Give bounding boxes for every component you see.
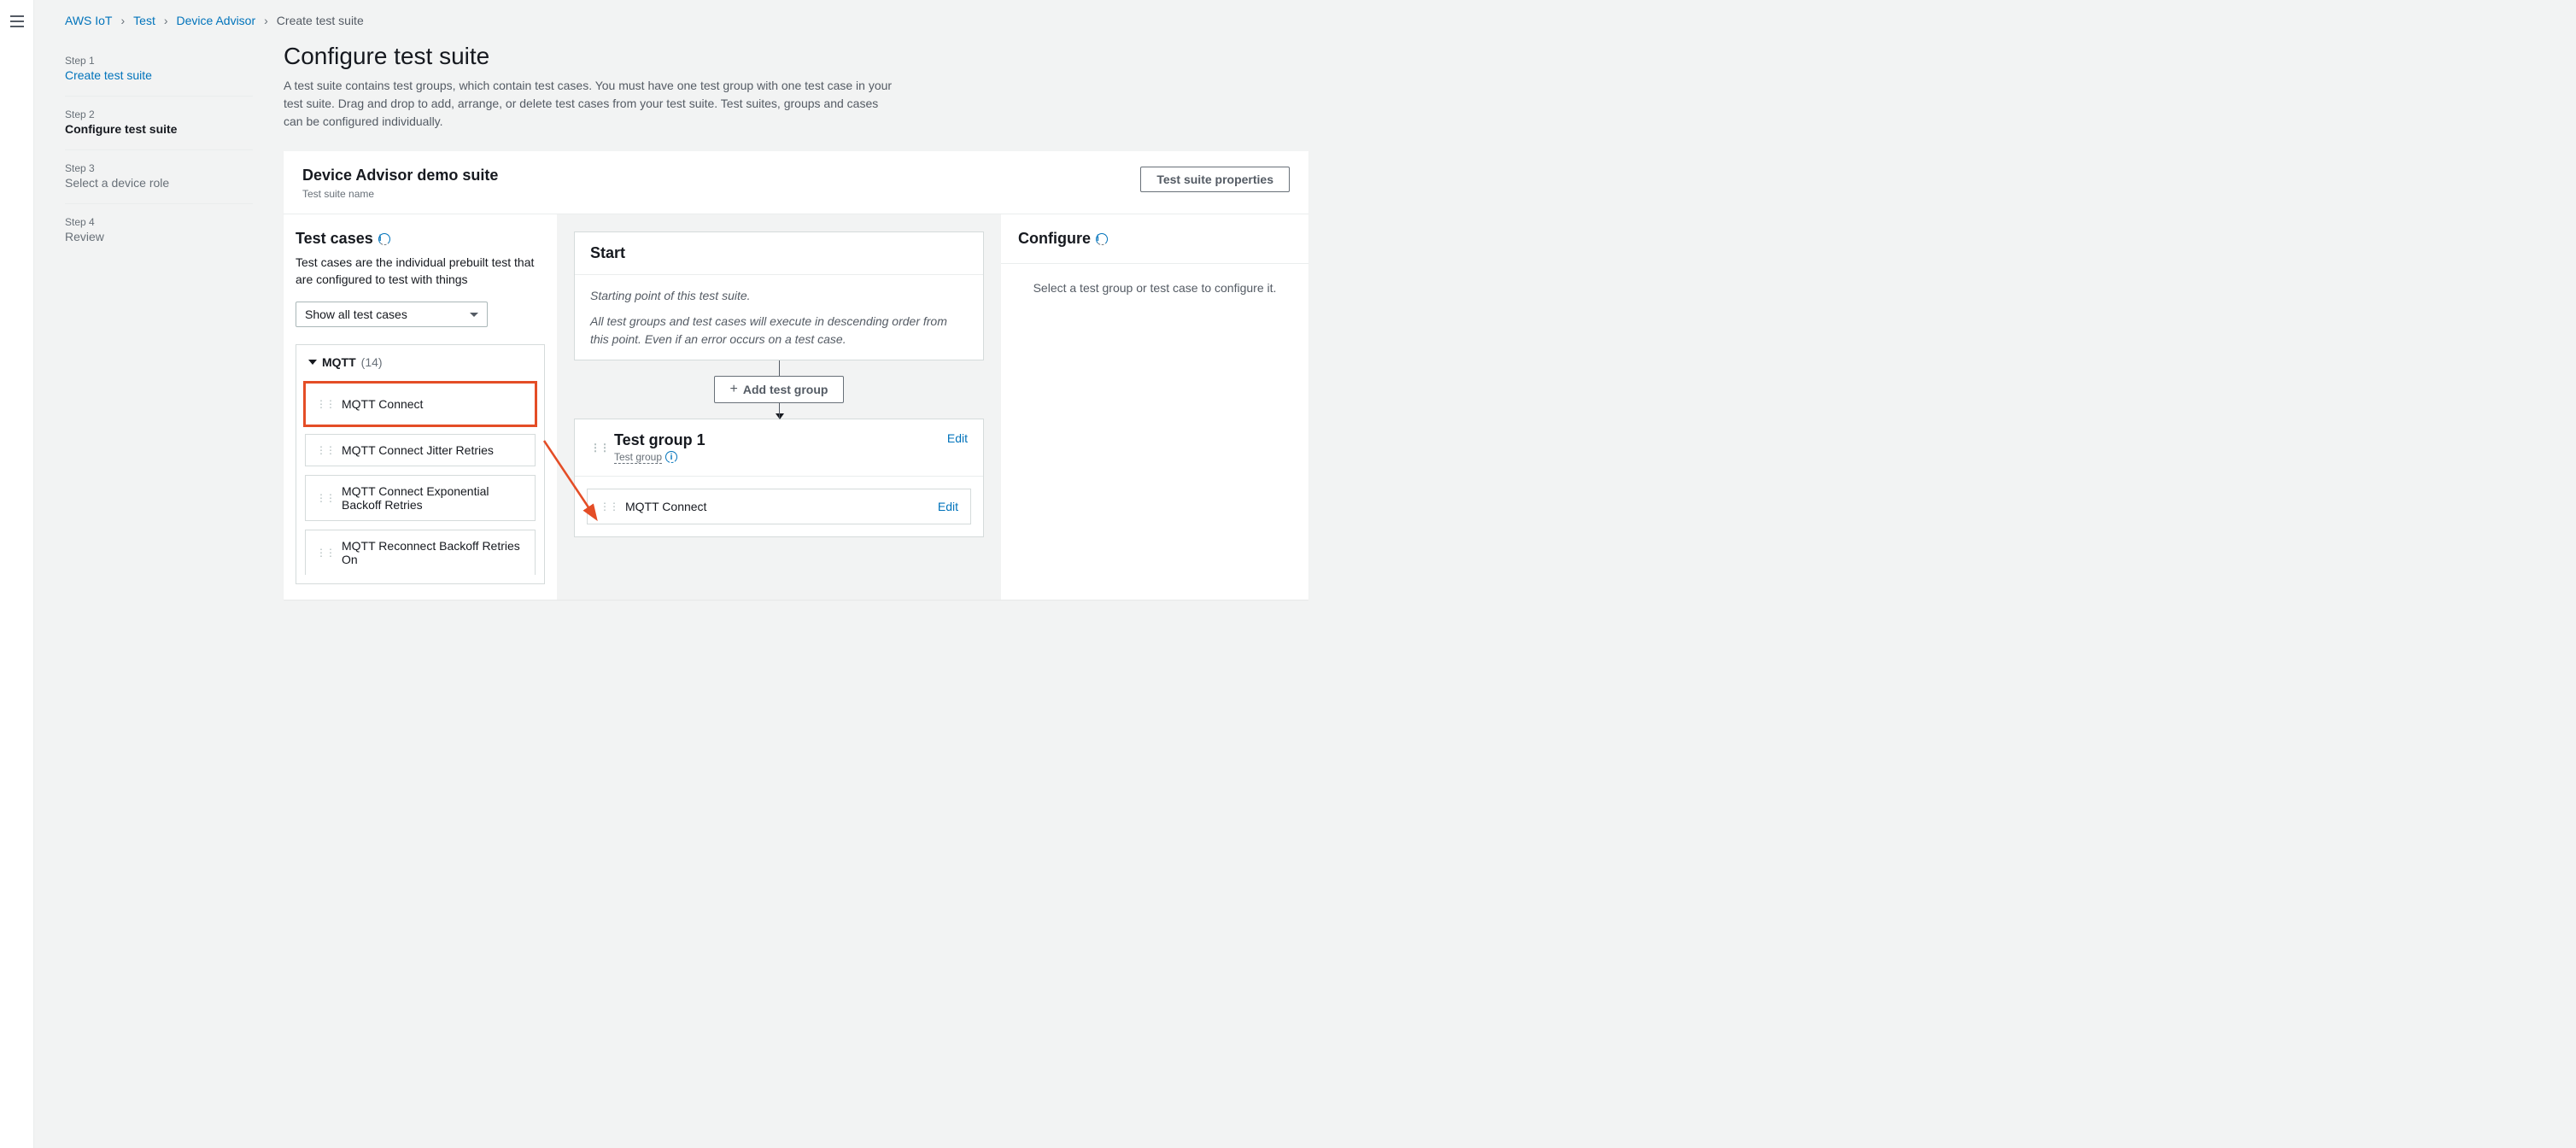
drag-handle-icon[interactable]: ⋮⋮ — [600, 501, 618, 512]
edit-group-link[interactable]: Edit — [947, 431, 968, 445]
group-item-label: MQTT Connect — [625, 500, 706, 513]
test-case-label: MQTT Connect — [342, 397, 423, 411]
drag-handle-icon[interactable]: ⋮⋮ — [316, 398, 335, 410]
test-case-label: MQTT Reconnect Backoff Retries On — [342, 539, 524, 566]
breadcrumb-sep: › — [264, 14, 268, 27]
flow-connector — [779, 360, 780, 376]
page-title: Configure test suite — [284, 43, 1308, 70]
drag-handle-icon[interactable]: ⋮⋮ — [316, 547, 335, 559]
test-case-filter-select[interactable]: Show all test cases — [296, 302, 488, 327]
breadcrumb-device-advisor[interactable]: Device Advisor — [177, 14, 256, 27]
sidebar-toggle-column — [0, 0, 34, 1148]
drag-handle-icon[interactable]: ⋮⋮ — [590, 442, 609, 454]
breadcrumb: AWS IoT › Test › Device Advisor › Create… — [65, 14, 2545, 27]
step-number: Step 3 — [65, 162, 253, 174]
step-number: Step 2 — [65, 108, 253, 120]
configure-message: Select a test group or test case to conf… — [1001, 264, 1308, 312]
test-case-item[interactable]: ⋮⋮ MQTT Connect — [305, 383, 536, 425]
wizard-steps: Step 1 Create test suite Step 2 Configur… — [65, 43, 253, 600]
select-value: Show all test cases — [305, 308, 407, 321]
info-icon[interactable]: i — [665, 451, 677, 463]
suite-title: Device Advisor demo suite — [302, 167, 498, 184]
step-title: Configure test suite — [65, 122, 253, 136]
suite-subtitle: Test suite name — [302, 188, 498, 200]
group-test-case-item[interactable]: ⋮⋮ MQTT Connect Edit — [587, 489, 971, 524]
test-group-toggle[interactable]: MQTT (14) — [296, 345, 544, 379]
step-title: Review — [65, 230, 253, 243]
step-title[interactable]: Create test suite — [65, 68, 253, 82]
start-card-title: Start — [575, 232, 983, 275]
info-icon[interactable]: i — [1096, 233, 1108, 245]
start-text-1: Starting point of this test suite. — [590, 287, 968, 304]
suite-panel-header: Device Advisor demo suite Test suite nam… — [284, 151, 1308, 214]
test-group-card[interactable]: ⋮⋮ Test group 1 Test group i Edit — [574, 419, 984, 537]
group-title: Test group 1 — [614, 431, 947, 449]
hamburger-menu-button[interactable] — [7, 12, 27, 31]
group-subtitle: Test group — [614, 451, 662, 464]
info-icon[interactable]: i — [378, 233, 390, 245]
breadcrumb-sep: › — [121, 14, 126, 27]
step-number: Step 1 — [65, 55, 253, 67]
test-suite-properties-button[interactable]: Test suite properties — [1140, 167, 1290, 192]
edit-test-case-link[interactable]: Edit — [938, 500, 958, 513]
test-cases-heading: Test cases i — [296, 230, 545, 248]
plus-icon: + — [730, 382, 738, 397]
test-case-item[interactable]: ⋮⋮ MQTT Reconnect Backoff Retries On — [305, 530, 536, 575]
test-case-label: MQTT Connect Exponential Backoff Retries — [342, 484, 524, 512]
breadcrumb-test[interactable]: Test — [133, 14, 155, 27]
chevron-down-icon — [308, 360, 317, 365]
chevron-down-icon — [470, 313, 478, 317]
step-number: Step 4 — [65, 216, 253, 228]
start-text-2: All test groups and test cases will exec… — [590, 313, 968, 348]
breadcrumb-aws-iot[interactable]: AWS IoT — [65, 14, 113, 27]
breadcrumb-current: Create test suite — [277, 14, 364, 27]
drag-handle-icon[interactable]: ⋮⋮ — [316, 444, 335, 456]
test-case-group: MQTT (14) ⋮⋮ MQTT Connect — [296, 344, 545, 584]
step-title: Select a device role — [65, 176, 253, 190]
step-4: Step 4 Review — [65, 204, 253, 257]
configure-heading: Configure i — [1018, 230, 1291, 248]
page-subtitle: A test suite contains test groups, which… — [284, 77, 899, 131]
drag-handle-icon[interactable]: ⋮⋮ — [316, 492, 335, 504]
step-2: Step 2 Configure test suite — [65, 97, 253, 150]
test-cases-description: Test cases are the individual prebuilt t… — [296, 255, 545, 288]
test-case-item[interactable]: ⋮⋮ MQTT Connect Jitter Retries — [305, 434, 536, 466]
test-case-item[interactable]: ⋮⋮ MQTT Connect Exponential Backoff Retr… — [305, 475, 536, 521]
flow-connector-arrow — [779, 403, 780, 419]
start-card: Start Starting point of this test suite.… — [574, 231, 984, 360]
step-3: Step 3 Select a device role — [65, 150, 253, 204]
add-test-group-button[interactable]: + Add test group — [714, 376, 845, 403]
test-case-label: MQTT Connect Jitter Retries — [342, 443, 494, 457]
breadcrumb-sep: › — [164, 14, 168, 27]
step-1[interactable]: Step 1 Create test suite — [65, 43, 253, 97]
